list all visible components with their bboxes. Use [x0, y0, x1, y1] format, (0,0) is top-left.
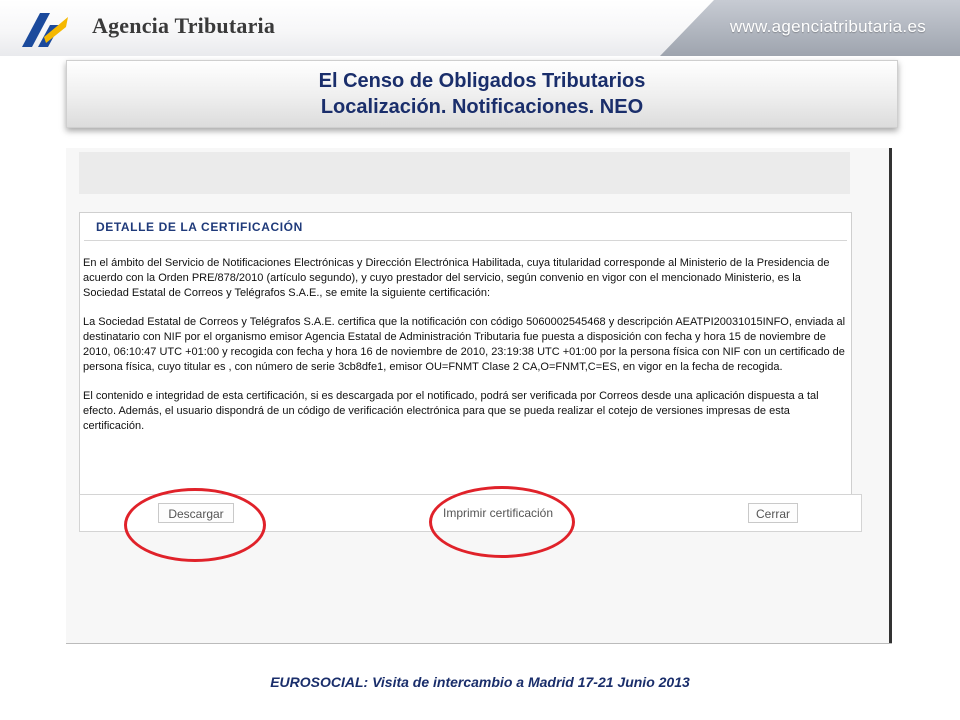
screenshot-border-bottom — [66, 643, 892, 644]
agencia-tributaria-logo-icon — [22, 13, 68, 47]
screenshot-border-right — [889, 148, 892, 644]
header-banner: Agencia Tributaria www.agenciatributaria… — [0, 0, 960, 56]
heading-divider — [84, 240, 847, 241]
slide-title-box: El Censo de Obligados Tributarios Locali… — [66, 60, 898, 128]
highlight-circle-print — [429, 486, 575, 558]
highlight-circle-download — [124, 488, 266, 562]
close-button[interactable]: Cerrar — [748, 503, 798, 523]
brand-name: Agencia Tributaria — [92, 13, 276, 38]
slide-subtitle: Localización. Notificaciones. NEO — [320, 96, 644, 118]
certificate-paragraph-details: La Sociedad Estatal de Correos y Telégra… — [83, 316, 846, 373]
footer-caption: EUROSOCIAL: Visita de intercambio a Madr… — [270, 674, 690, 690]
certificate-paragraph-verification: El contenido e integridad de esta certif… — [83, 390, 819, 432]
website-url: www.agenciatributaria.es — [729, 17, 926, 36]
slide-title: El Censo de Obligados Tributarios — [318, 70, 646, 92]
certificate-heading: DETALLE DE LA CERTIFICACIÓN — [96, 220, 303, 234]
certificate-detail-panel: DETALLE DE LA CERTIFICACIÓN En el ámbito… — [79, 212, 852, 496]
screenshot-top-bar — [79, 152, 850, 194]
certificate-paragraph-intro: En el ámbito del Servicio de Notificacio… — [83, 257, 830, 299]
certificate-body: En el ámbito del Servicio de Notificacio… — [83, 256, 849, 448]
